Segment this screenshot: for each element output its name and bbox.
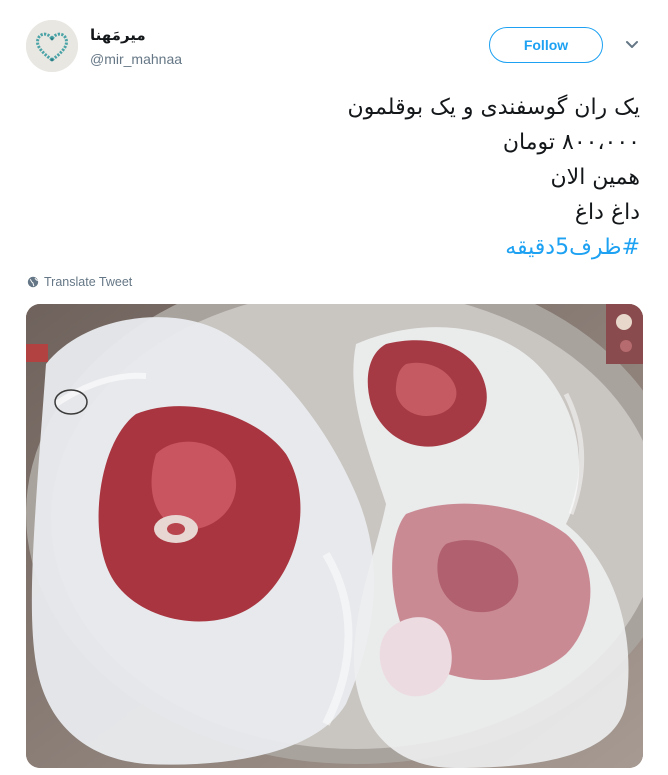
tweet-photo[interactable] [26, 304, 643, 768]
tweet-header: میرمَهنا @mir_mahnaa Follow [0, 0, 668, 90]
globe-icon [27, 276, 39, 288]
tweet-line-4: داغ داغ [574, 200, 640, 225]
tweet-text: یک ران گوسفندی و یک بوقلمون ۸۰۰،۰۰۰ توما… [40, 90, 640, 265]
tweet-line-2: ۸۰۰،۰۰۰ تومان [502, 130, 640, 155]
follow-button[interactable]: Follow [489, 27, 603, 63]
translate-tweet-link[interactable]: Translate Tweet [27, 275, 132, 289]
display-name[interactable]: میرمَهنا [90, 26, 146, 44]
tweet-line-1: یک ران گوسفندی و یک بوقلمون [347, 95, 640, 120]
hashtag-link[interactable]: #ظرف5دقیقه [40, 230, 640, 265]
chevron-down-icon[interactable] [622, 35, 642, 55]
user-avatar[interactable] [26, 20, 78, 72]
tweet-line-3: همین الان [550, 165, 640, 190]
user-handle[interactable]: @mir_mahnaa [90, 51, 182, 67]
translate-tweet-label: Translate Tweet [44, 275, 133, 289]
heart-beads-avatar-icon [26, 20, 78, 72]
photo-meat-in-plastic-bags-icon [26, 304, 643, 768]
